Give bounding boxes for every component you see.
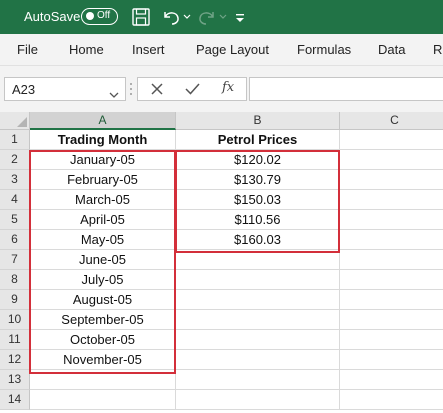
cell-c5[interactable] [340, 210, 443, 230]
undo-dropdown-icon[interactable] [182, 5, 192, 29]
cell-a4[interactable]: March-05 [30, 190, 176, 210]
row-header-1[interactable]: 1 [0, 130, 30, 150]
cell-c2[interactable] [340, 150, 443, 170]
cell-a13[interactable] [30, 370, 176, 390]
cell-c7[interactable] [340, 250, 443, 270]
cell-b5[interactable]: $110.56 [176, 210, 340, 230]
cell-a11[interactable]: October-05 [30, 330, 176, 350]
autosave-state: Off [97, 10, 111, 21]
enter-check-icon[interactable] [185, 82, 200, 101]
cell-c12[interactable] [340, 350, 443, 370]
cell-b13[interactable] [176, 370, 340, 390]
row-header-9[interactable]: 9 [0, 290, 30, 310]
row-header-5[interactable]: 5 [0, 210, 30, 230]
cell-c9[interactable] [340, 290, 443, 310]
autosave-label: AutoSave [24, 9, 81, 24]
cell-b14[interactable] [176, 390, 340, 410]
cell-a7[interactable]: June-05 [30, 250, 176, 270]
cell-a5[interactable]: April-05 [30, 210, 176, 230]
cell-b9[interactable] [176, 290, 340, 310]
row-header-2[interactable]: 2 [0, 150, 30, 170]
row-header-7[interactable]: 7 [0, 250, 30, 270]
toggle-knob [86, 12, 94, 20]
row-header-6[interactable]: 6 [0, 230, 30, 250]
column-header-b[interactable]: B [176, 112, 340, 130]
name-box[interactable]: A23 [4, 77, 126, 101]
insert-function-icon[interactable]: fx [222, 80, 234, 95]
cell-a14[interactable] [30, 390, 176, 410]
cell-c14[interactable] [340, 390, 443, 410]
title-bar: AutoSave Off [0, 0, 443, 34]
tab-home[interactable]: Home [69, 42, 104, 57]
redo-dropdown-icon[interactable] [218, 5, 228, 29]
cell-b4[interactable]: $150.03 [176, 190, 340, 210]
tab-page-layout[interactable]: Page Layout [196, 42, 269, 57]
cell-a12[interactable]: November-05 [30, 350, 176, 370]
cell-a2[interactable]: January-05 [30, 150, 176, 170]
column-header-c[interactable]: C [340, 112, 443, 130]
cell-c11[interactable] [340, 330, 443, 350]
tab-review[interactable]: R [433, 42, 442, 57]
cell-c4[interactable] [340, 190, 443, 210]
row-header-3[interactable]: 3 [0, 170, 30, 190]
cell-c6[interactable] [340, 230, 443, 250]
cell-b11[interactable] [176, 330, 340, 350]
cell-b10[interactable] [176, 310, 340, 330]
formula-bar-area: A23 fx [0, 66, 443, 112]
cell-b12[interactable] [176, 350, 340, 370]
cell-a6[interactable]: May-05 [30, 230, 176, 250]
save-icon[interactable] [130, 5, 152, 29]
tab-formulas[interactable]: Formulas [297, 42, 351, 57]
formula-bar-buttons: fx [137, 77, 247, 101]
cell-a9[interactable]: August-05 [30, 290, 176, 310]
tab-insert[interactable]: Insert [132, 42, 165, 57]
tab-data[interactable]: Data [378, 42, 405, 57]
cell-a8[interactable]: July-05 [30, 270, 176, 290]
row-header-10[interactable]: 10 [0, 310, 30, 330]
row-header-13[interactable]: 13 [0, 370, 30, 390]
spreadsheet-grid: ABC 1 2 3 4 5 6 7 8 9 10 11 12 13 14 Trading Month Pet… [0, 112, 443, 413]
row-header-14[interactable]: 14 [0, 390, 30, 410]
cell-c1[interactable] [340, 130, 443, 150]
name-box-value: A23 [12, 82, 36, 97]
row-header-12[interactable]: 12 [0, 350, 30, 370]
column-header-a[interactable]: A [30, 112, 176, 130]
cell-b8[interactable] [176, 270, 340, 290]
name-box-dropdown-icon[interactable] [109, 86, 119, 104]
select-all-corner[interactable] [0, 112, 30, 130]
cell-b7[interactable] [176, 250, 340, 270]
redo-icon[interactable] [196, 5, 218, 29]
row-header-11[interactable]: 11 [0, 330, 30, 350]
cell-b1[interactable]: Petrol Prices [176, 130, 340, 150]
cell-c13[interactable] [340, 370, 443, 390]
tab-file[interactable]: File [17, 42, 38, 57]
cell-c8[interactable] [340, 270, 443, 290]
cancel-icon[interactable] [150, 82, 164, 101]
row-header-8[interactable]: 8 [0, 270, 30, 290]
cell-c10[interactable] [340, 310, 443, 330]
cell-b3[interactable]: $130.79 [176, 170, 340, 190]
select-all-triangle-icon [17, 117, 27, 127]
customize-toolbar-icon[interactable] [234, 5, 246, 29]
row-header-4[interactable]: 4 [0, 190, 30, 210]
cell-a3[interactable]: February-05 [30, 170, 176, 190]
cell-a1[interactable]: Trading Month [30, 130, 176, 150]
formula-input[interactable] [249, 77, 443, 101]
cell-b6[interactable]: $160.03 [176, 230, 340, 250]
undo-icon[interactable] [160, 5, 182, 29]
autosave-toggle[interactable]: Off [81, 8, 118, 25]
formula-bar-grip-icon[interactable] [128, 82, 134, 101]
cell-c3[interactable] [340, 170, 443, 190]
ribbon-tabs: File Home Insert Page Layout Formulas Da… [0, 34, 443, 66]
cell-b2[interactable]: $120.02 [176, 150, 340, 170]
cell-a10[interactable]: September-05 [30, 310, 176, 330]
